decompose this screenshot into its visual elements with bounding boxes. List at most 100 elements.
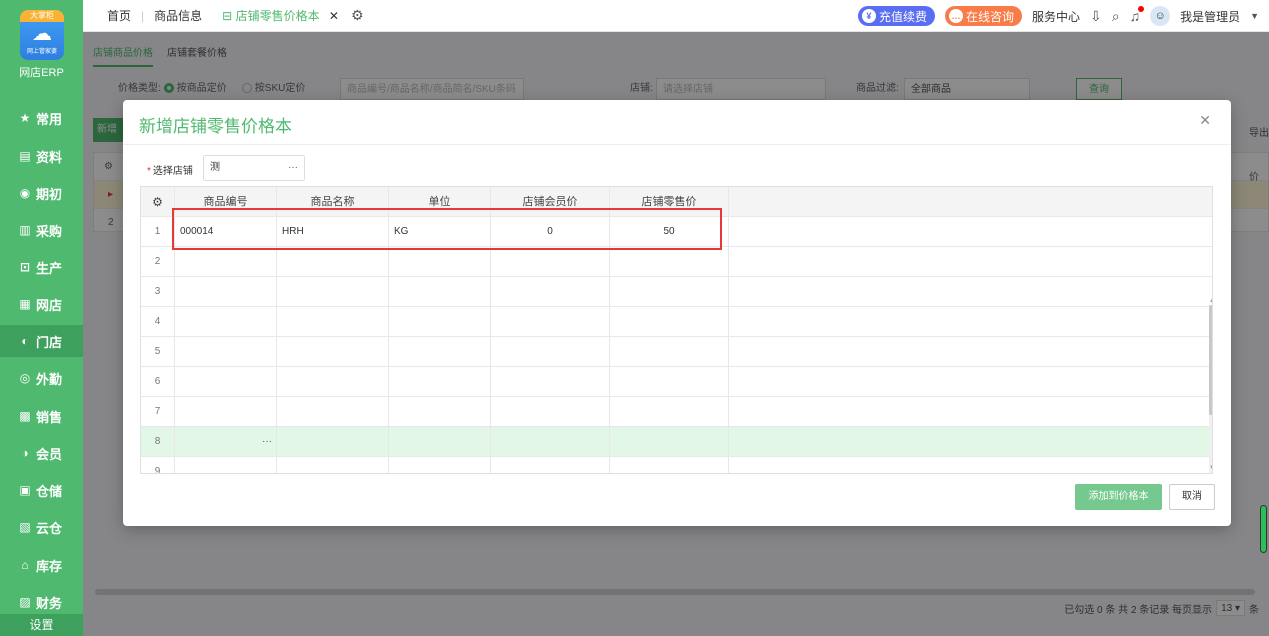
gear-icon[interactable]: ⚙ [351,7,364,24]
cell-member-price[interactable] [491,397,610,427]
sidebar-item[interactable]: ◑ 会员 [0,437,83,469]
cell-member-price[interactable] [491,337,610,367]
cell-retail-price[interactable] [610,397,729,427]
sidebar-item-icon: ▩ [19,409,31,423]
cell-product-name[interactable] [277,307,389,337]
sidebar-item[interactable]: ▣ 仓储 [0,474,83,506]
cell-unit[interactable] [389,337,491,367]
cell-product-code[interactable] [175,337,277,367]
cell-unit[interactable] [389,457,491,473]
cell-retail-price[interactable] [610,457,729,473]
grid-row[interactable]: 3 [141,277,1212,307]
side-widget[interactable] [1260,505,1267,553]
avatar[interactable]: ☺ [1150,6,1171,26]
cell-unit[interactable] [389,397,491,427]
bell-icon[interactable]: ♫ [1130,6,1144,24]
logo-sub-text: 网上管家婆 [26,49,57,55]
cell-product-code[interactable] [175,457,277,473]
grid-row[interactable]: 9 [141,457,1212,473]
cell-product-name[interactable] [277,247,389,277]
cell-member-price[interactable] [491,457,610,473]
scrollbar-thumb[interactable] [1209,305,1212,415]
user-menu[interactable]: 我是管理员 [1180,8,1240,25]
tab-home[interactable]: 首页 [97,0,141,32]
tab-product-info[interactable]: 商品信息 [144,0,212,32]
close-icon[interactable]: ✕ [1199,112,1211,129]
cell-unit[interactable] [389,277,491,307]
grid-row[interactable]: 4 [141,307,1212,337]
cancel-button[interactable]: 取消 [1169,484,1215,510]
sidebar-item-icon: ⌂ [21,558,29,572]
grid-row[interactable]: 6 [141,367,1212,397]
grid-row[interactable]: 7 [141,397,1212,427]
cell-product-code[interactable] [175,397,277,427]
consult-button[interactable]: … 在线咨询 [944,6,1022,26]
cell-retail-price[interactable] [610,307,729,337]
cell-product-code[interactable] [175,367,277,397]
sidebar-item-icon: ▤ [19,149,31,163]
cell-retail-price[interactable] [610,247,729,277]
cell-product-code[interactable] [175,277,277,307]
scroll-down-icon[interactable]: ▼ [1209,465,1212,471]
sidebar-item[interactable]: ▤ 资料 [0,140,83,172]
grid-row[interactable]: 8 ··· [141,427,1212,457]
cell-product-name[interactable] [277,337,389,367]
sidebar-item[interactable]: ⊡ 生产 [0,251,83,283]
sidebar-item[interactable]: ▧ 云仓 [0,511,83,543]
cell-product-name[interactable] [277,277,389,307]
cell-member-price[interactable] [491,427,610,457]
grid-row[interactable]: 5 [141,337,1212,367]
sidebar-item[interactable]: ▩ 销售 [0,400,83,432]
logo-top-text: 大掌柜 [20,10,64,22]
sidebar-item[interactable]: ◉ 期初 [0,177,83,209]
cell-retail-price[interactable] [610,277,729,307]
caret-down-icon[interactable]: ▼ [1250,11,1259,21]
sidebar-item-label: 销售 [36,409,63,425]
tab-store-retail-price[interactable]: ⊟ 店铺零售价格本 ✕ [212,0,349,32]
vertical-scrollbar[interactable] [1209,305,1212,473]
cell-unit[interactable] [389,427,491,457]
service-center-link[interactable]: 服务中心 [1032,8,1080,25]
cell-product-code[interactable]: ··· [175,427,277,457]
more-icon[interactable]: ··· [262,427,272,457]
cell-member-price[interactable] [491,367,610,397]
cloud-download-icon[interactable]: ⇩ [1090,8,1102,25]
grid-row[interactable]: 2 [141,247,1212,277]
cell-product-code[interactable] [175,247,277,277]
settings-button[interactable]: 设置 [0,614,83,636]
recharge-label: 充值续费 [878,9,927,24]
more-icon[interactable]: ··· [288,156,298,180]
recharge-button[interactable]: ¥ 充值续费 [857,6,935,26]
cell-product-name[interactable] [277,457,389,473]
cell-member-price[interactable] [491,307,610,337]
sidebar-item-label: 采购 [36,223,63,239]
cell-product-name[interactable] [277,367,389,397]
gear-icon[interactable]: ⚙ [141,187,175,217]
sidebar-item-label: 外勤 [36,371,63,387]
cell-member-price[interactable] [491,277,610,307]
sidebar-item[interactable]: ▦ 网店 [0,288,83,320]
sidebar-item[interactable]: ▥ 采购 [0,214,83,246]
cell-product-code[interactable] [175,307,277,337]
cell-retail-price[interactable] [610,337,729,367]
sidebar-item-icon: ◐ [21,334,29,348]
scroll-up-icon[interactable]: ▲ [1209,298,1212,304]
close-icon[interactable]: ✕ [329,9,339,23]
cell-retail-price[interactable] [610,427,729,457]
sidebar-item[interactable]: ★ 常用 [0,102,83,134]
add-to-price-book-button[interactable]: 添加到价格本 [1075,484,1162,510]
cell-unit[interactable] [389,247,491,277]
cell-retail-price[interactable] [610,367,729,397]
search-icon[interactable]: ⌕ [1112,8,1120,25]
sidebar: 大掌柜 ☁ 网上管家婆 网店ERP ★ 常用 ▤ 资料 ◉ 期初 ▥ 采购 ⊡ 生产 ▦ 网店 ◐ 门店 ◎… [0,0,83,636]
sidebar-item[interactable]: ⌂ 库存 [0,549,83,581]
cell-unit[interactable] [389,307,491,337]
cell-unit[interactable] [389,367,491,397]
sidebar-item[interactable]: ◐ 门店 [0,325,83,357]
sidebar-item-icon: ★ [19,111,31,125]
store-select-input[interactable]: 测 ··· [203,155,305,181]
cell-product-name[interactable] [277,427,389,457]
sidebar-item[interactable]: ◎ 外勤 [0,362,83,394]
cell-member-price[interactable] [491,247,610,277]
cell-product-name[interactable] [277,397,389,427]
